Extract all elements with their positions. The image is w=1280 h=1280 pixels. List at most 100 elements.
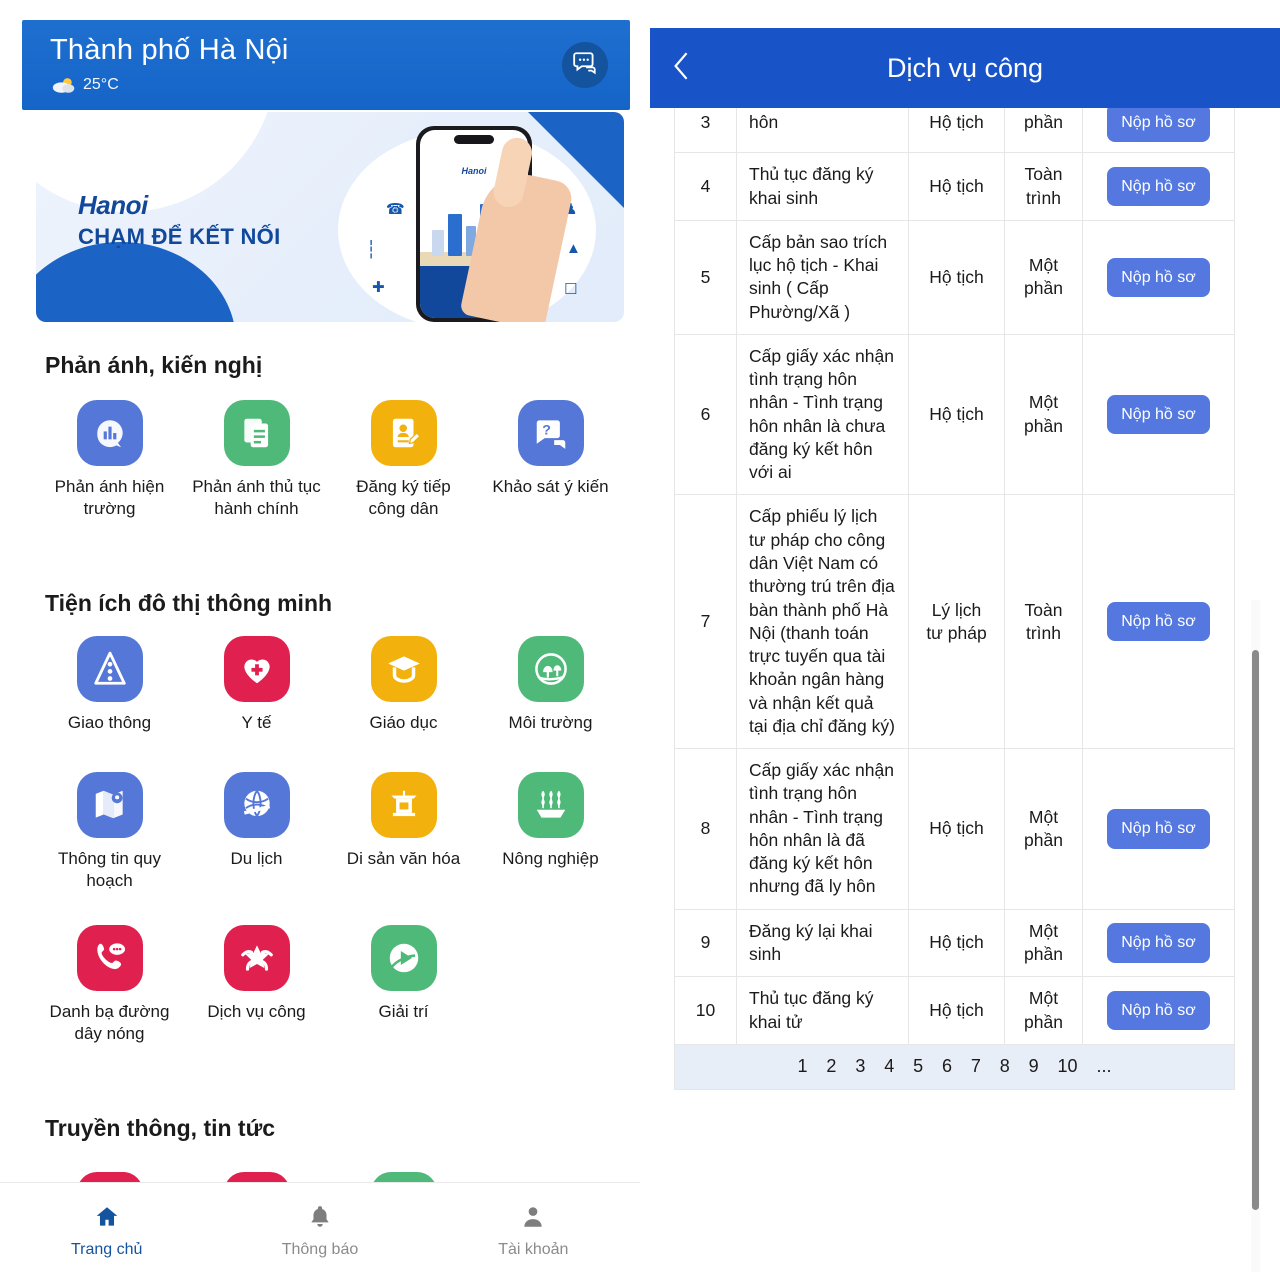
- services-header: Dịch vụ công: [650, 28, 1280, 108]
- tile-dich-vu-cong[interactable]: Dịch vụ công: [183, 925, 330, 1045]
- back-button[interactable]: [650, 49, 714, 88]
- pagination-row: 1 2 3 4 5 6 7 8 9 10 ...: [674, 1043, 1235, 1090]
- table-row[interactable]: 10 Thủ tục đăng ký khai tử Hộ tịch Một p…: [674, 976, 1235, 1045]
- row-index: 5: [674, 219, 737, 335]
- heart-cross-icon: [223, 636, 290, 702]
- banner-decor-top-left: [36, 112, 276, 212]
- id-card-pen-icon: [370, 400, 437, 466]
- tile-dang-ky-tiep-cong-dan[interactable]: Đăng ký tiếp công dân: [330, 400, 477, 520]
- page-link[interactable]: 9: [1029, 1055, 1039, 1079]
- submit-dossier-button[interactable]: Nộp hồ sơ: [1107, 395, 1210, 435]
- submit-dossier-button[interactable]: Nộp hồ sơ: [1107, 166, 1210, 207]
- nav-item-account[interactable]: Tài khoản: [427, 1204, 640, 1259]
- row-category: Lý lịch tư pháp: [908, 494, 1005, 750]
- traffic-light-mini-icon: ┆: [366, 240, 377, 259]
- row-name: Cấp phiếu lý lịch tư pháp cho công dân V…: [736, 494, 909, 750]
- row-action: Nộp hồ sơ: [1082, 152, 1235, 221]
- tile-thong-tin-quy-hoach[interactable]: Thông tin quy hoạch: [36, 772, 183, 892]
- tile-giao-duc[interactable]: Giáo dục: [330, 636, 477, 734]
- tile-nong-nghiep[interactable]: Nông nghiệp: [477, 772, 624, 892]
- star-hands-icon: [223, 925, 290, 991]
- row-name: Thủ tục đăng ký khai sinh: [736, 152, 909, 221]
- tile-di-san-van-hoa[interactable]: Di sản văn hóa: [330, 772, 477, 892]
- tile-du-lich[interactable]: Du lịch: [183, 772, 330, 892]
- tile-label: Môi trường: [508, 713, 593, 732]
- section-title-feedback: Phản ánh, kiến nghị: [45, 352, 263, 378]
- tile-phan-anh-thu-tuc-hanh-chinh[interactable]: Phản ánh thủ tục hành chính: [183, 400, 330, 520]
- services-table-scroll-area[interactable]: 3 hôn Hộ tịch phần Nộp hồ sơ 4 Thủ tục đ…: [674, 92, 1274, 1242]
- scrollbar-thumb[interactable]: [1252, 650, 1259, 1210]
- nav-label: Thông báo: [281, 1241, 359, 1258]
- tile-giai-tri[interactable]: Giải trí: [330, 925, 477, 1045]
- tile-label: Nông nghiệp: [502, 849, 599, 868]
- home-screen-panel: Thành phố Hà Nội 25°C ☎ ┆ ✚ ♟ ▲ ☐ Hanoi …: [0, 0, 640, 1280]
- page-link[interactable]: 4: [884, 1055, 894, 1079]
- tile-moi-truong[interactable]: Môi trường: [477, 636, 624, 734]
- row-category: Hộ tịch: [908, 748, 1005, 910]
- page-link[interactable]: 10: [1058, 1055, 1078, 1079]
- page-link-more[interactable]: ...: [1096, 1055, 1111, 1079]
- temperature-label: 25°C: [83, 76, 119, 93]
- home-icon: [94, 1204, 120, 1235]
- page-link[interactable]: 2: [826, 1055, 836, 1079]
- phone-call-icon: ☎: [386, 201, 405, 218]
- page-title: Thành phố Hà Nội: [50, 34, 289, 66]
- table-row[interactable]: 9 Đăng ký lại khai sinh Hộ tịch Một phần…: [674, 908, 1235, 978]
- row-index: 7: [674, 494, 737, 750]
- submit-dossier-button[interactable]: Nộp hồ sơ: [1107, 602, 1210, 642]
- wheat-field-icon: [517, 772, 584, 838]
- table-row[interactable]: 7 Cấp phiếu lý lịch tư pháp cho công dân…: [674, 494, 1235, 750]
- section-title-smart-city: Tiện ích đô thị thông minh: [45, 590, 333, 616]
- tile-empty-slot: [477, 925, 624, 1045]
- chat-bubble-icon: [572, 50, 598, 81]
- submit-dossier-button[interactable]: Nộp hồ sơ: [1107, 923, 1210, 963]
- temple-gate-icon: [370, 772, 437, 838]
- chat-button[interactable]: [562, 42, 608, 88]
- page-link[interactable]: 3: [855, 1055, 865, 1079]
- row-level: Một phần: [1004, 908, 1083, 978]
- submit-dossier-button[interactable]: Nộp hồ sơ: [1107, 809, 1210, 849]
- row-category: Hộ tịch: [908, 333, 1005, 496]
- tree-globe-icon: [517, 636, 584, 702]
- table-row[interactable]: 5 Cấp bản sao trích lục hộ tịch - Khai s…: [674, 219, 1235, 335]
- tile-label: Thông tin quy hoạch: [57, 849, 161, 890]
- page-link[interactable]: 6: [942, 1055, 952, 1079]
- submit-dossier-button[interactable]: Nộp hồ sơ: [1107, 103, 1210, 143]
- tile-label: Y tế: [241, 713, 272, 732]
- nav-item-notifications[interactable]: Thông báo: [213, 1204, 426, 1259]
- promo-banner[interactable]: ☎ ┆ ✚ ♟ ▲ ☐ Hanoi Hanoi CHẠM ĐỂ KẾT NỐI: [36, 112, 624, 322]
- tile-danh-ba-duong-day-nong[interactable]: Danh bạ đường dây nóng: [36, 925, 183, 1045]
- page-link[interactable]: 8: [1000, 1055, 1010, 1079]
- table-row[interactable]: 8 Cấp giấy xác nhận tình trạng hôn nhân …: [674, 748, 1235, 910]
- nav-label: Tài khoản: [498, 1241, 569, 1258]
- page-link[interactable]: 7: [971, 1055, 981, 1079]
- row-index: 9: [674, 908, 737, 978]
- tile-label: Giáo dục: [369, 713, 438, 732]
- table-row[interactable]: 6 Cấp giấy xác nhận tình trạng hôn nhân …: [674, 333, 1235, 496]
- tile-phan-anh-hien-truong[interactable]: Phản ánh hiện trường: [36, 400, 183, 520]
- tile-khao-sat-y-kien[interactable]: ? Khảo sát ý kiến: [477, 400, 624, 520]
- row-level: Một phần: [1004, 219, 1083, 335]
- tile-y-te[interactable]: Y tế: [183, 636, 330, 734]
- row-level: Một phần: [1004, 976, 1083, 1045]
- row-index: 4: [674, 152, 737, 221]
- question-chat-icon: ?: [517, 400, 584, 466]
- services-table: 3 hôn Hộ tịch phần Nộp hồ sơ 4 Thủ tục đ…: [674, 92, 1235, 1090]
- phone-app-logo: Hanoi: [461, 166, 487, 176]
- nav-item-home[interactable]: Trang chủ: [0, 1204, 213, 1259]
- graduation-cap-icon: [370, 636, 437, 702]
- page-link[interactable]: 5: [913, 1055, 923, 1079]
- row-level: Một phần: [1004, 333, 1083, 496]
- row-category: Hộ tịch: [908, 908, 1005, 978]
- tile-label: Phản ánh hiện trường: [54, 477, 165, 518]
- tile-giao-thong[interactable]: Giao thông: [36, 636, 183, 734]
- tile-label: Khảo sát ý kiến: [492, 477, 609, 496]
- page-link[interactable]: 1: [798, 1055, 808, 1079]
- submit-dossier-button[interactable]: Nộp hồ sơ: [1107, 257, 1210, 297]
- app-header: Thành phố Hà Nội 25°C: [22, 20, 630, 110]
- row-action: Nộp hồ sơ: [1082, 748, 1235, 910]
- table-row[interactable]: 4 Thủ tục đăng ký khai sinh Hộ tịch Toàn…: [674, 152, 1235, 221]
- megaphone-chat-icon: [76, 400, 143, 466]
- submit-dossier-button[interactable]: Nộp hồ sơ: [1107, 990, 1210, 1031]
- tile-label: Giao thông: [67, 713, 152, 732]
